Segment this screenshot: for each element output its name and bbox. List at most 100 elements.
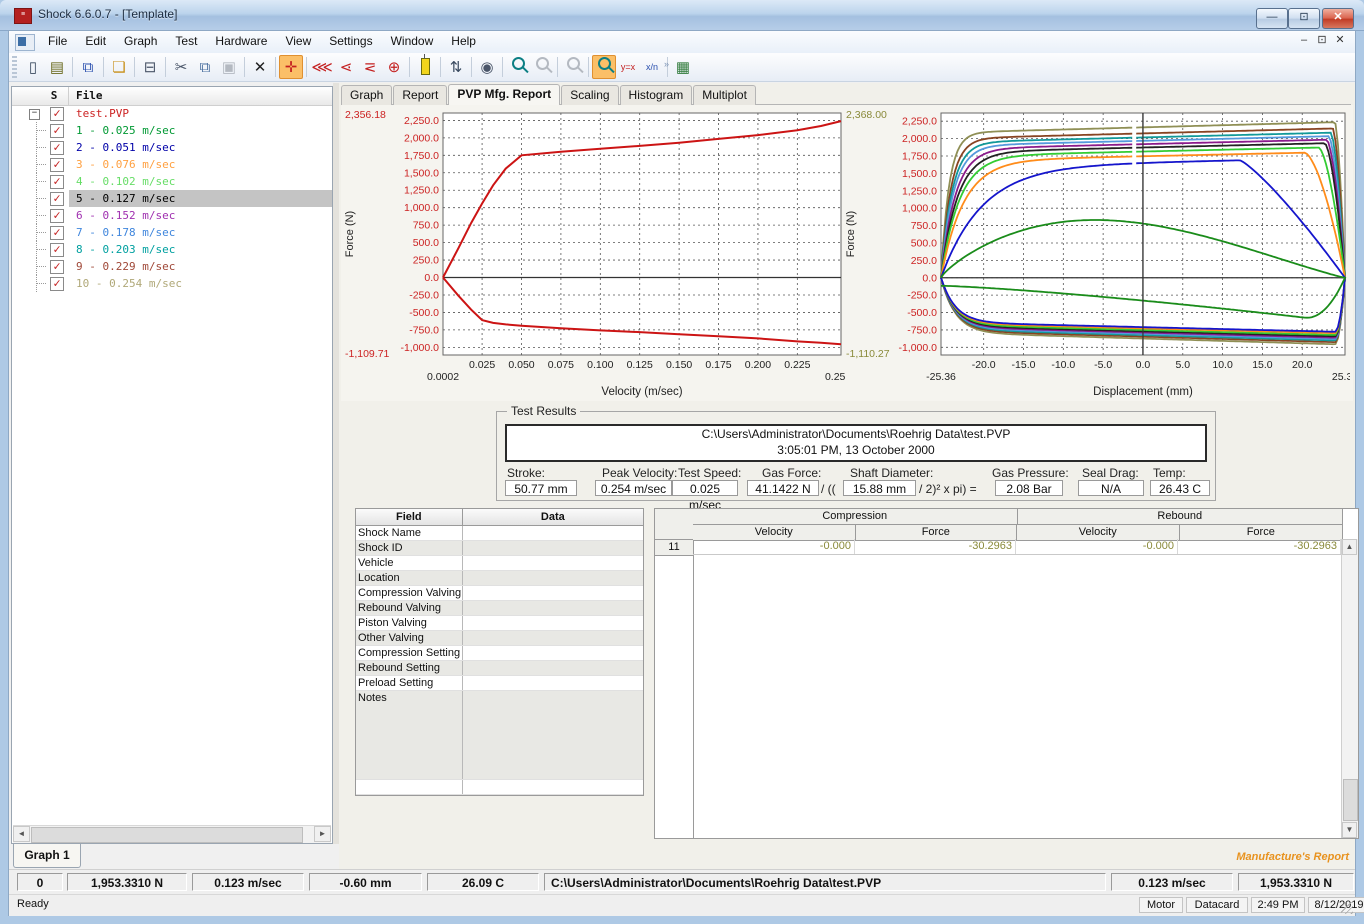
restore-button[interactable]: ⊡ <box>1288 8 1320 29</box>
chart-wizard-icon[interactable]: ▦ <box>671 55 695 79</box>
tree-column-file[interactable]: File <box>76 89 103 102</box>
graph-lines-icon-2[interactable]: ⋖ <box>334 55 358 79</box>
sliders-icon[interactable]: ⇅ <box>444 55 468 79</box>
field-row-compression-valving[interactable]: Compression Valving <box>356 586 643 601</box>
field-row-location[interactable]: Location <box>356 571 643 586</box>
tree-item-6[interactable]: ✓6 - 0.152 m/sec <box>12 207 332 224</box>
table-row[interactable]: -0.000 -30.2963 -0.000 -30.2963 <box>693 539 1343 555</box>
tree-item-5[interactable]: ✓5 - 0.127 m/sec <box>12 190 332 207</box>
camera-icon[interactable]: ◉ <box>475 55 499 79</box>
scroll-left-icon[interactable]: ◄ <box>13 826 30 842</box>
mdi-restore-button[interactable]: ⊡ <box>1313 33 1331 46</box>
crosshair-icon[interactable]: ✛ <box>279 55 303 79</box>
graph-lines-icon-3[interactable]: ⋜ <box>358 55 382 79</box>
field-row-vehicle[interactable]: Vehicle <box>356 556 643 571</box>
zoom-out-icon[interactable] <box>530 55 554 79</box>
tree-item-root[interactable]: −✓test.PVP <box>12 105 332 122</box>
checkbox-checked-icon[interactable]: ✓ <box>50 243 64 257</box>
menu-item-view[interactable]: View <box>276 31 320 51</box>
tab-report[interactable]: Report <box>393 85 447 105</box>
field-row-shock-name[interactable]: Shock Name <box>356 526 643 541</box>
data-cell-empty[interactable] <box>463 661 643 675</box>
data-cell-empty[interactable] <box>463 556 643 570</box>
checkbox-checked-icon[interactable]: ✓ <box>50 107 64 121</box>
data-cell-empty[interactable] <box>463 586 643 600</box>
checkbox-checked-icon[interactable]: ✓ <box>50 141 64 155</box>
tree-item-1[interactable]: ✓1 - 0.025 m/sec <box>12 122 332 139</box>
field-row-compression-setting[interactable]: Compression Setting <box>356 646 643 661</box>
checkbox-checked-icon[interactable]: ✓ <box>50 277 64 291</box>
data-cell-empty[interactable] <box>463 541 643 555</box>
y-equals-x-icon[interactable]: y=x <box>616 55 640 79</box>
target-circle-icon[interactable]: ⊕ <box>382 55 406 79</box>
x-over-n-icon[interactable]: x/n <box>640 55 664 79</box>
tree-item-10[interactable]: ✓10 - 0.254 m/sec <box>12 275 332 292</box>
compression-velocity-header[interactable]: Velocity <box>693 525 856 540</box>
data-cell-empty[interactable] <box>463 601 643 615</box>
save-export-icon[interactable]: ⧉ <box>76 55 100 79</box>
print-icon[interactable]: ⊟ <box>138 55 162 79</box>
data-cell-empty[interactable] <box>463 631 643 645</box>
zoom-in-icon[interactable] <box>506 55 530 79</box>
tab-pvp-mfg-report[interactable]: PVP Mfg. Report <box>448 84 560 106</box>
toolbar-grip[interactable] <box>12 56 17 78</box>
data-cell-empty[interactable] <box>463 691 643 779</box>
field-column-header[interactable]: Field <box>356 509 463 525</box>
cut-icon[interactable]: ✂ <box>169 55 193 79</box>
tree-item-7[interactable]: ✓7 - 0.178 m/sec <box>12 224 332 241</box>
motor-status[interactable]: Motor <box>1139 897 1183 913</box>
tab-graph[interactable]: Graph <box>341 85 392 105</box>
scroll-right-icon[interactable]: ► <box>314 826 331 842</box>
tab-histogram[interactable]: Histogram <box>620 85 693 105</box>
tree-horizontal-scrollbar[interactable]: ◄ ► <box>13 825 331 843</box>
tree-item-8[interactable]: ✓8 - 0.203 m/sec <box>12 241 332 258</box>
rebound-force-header[interactable]: Force <box>1180 525 1344 540</box>
tree-item-4[interactable]: ✓4 - 0.102 m/sec <box>12 173 332 190</box>
data-cell-empty[interactable] <box>463 571 643 585</box>
resize-grip[interactable] <box>1341 902 1353 914</box>
displacement-force-chart[interactable]: 2,250.02,000.01,750.01,500.01,250.01,000… <box>844 105 1350 401</box>
copy-icon[interactable]: ⧉ <box>193 55 217 79</box>
field-row-notes[interactable]: Notes <box>356 691 643 780</box>
data-cell-empty[interactable] <box>463 676 643 690</box>
save-icon[interactable]: ▤ <box>45 55 69 79</box>
delete-icon[interactable]: ✕ <box>248 55 272 79</box>
tree-item-3[interactable]: ✓3 - 0.076 m/sec <box>12 156 332 173</box>
menu-item-graph[interactable]: Graph <box>115 31 166 51</box>
field-row-shock-id[interactable]: Shock ID <box>356 541 643 556</box>
field-row-rebound-setting[interactable]: Rebound Setting <box>356 661 643 676</box>
scrollbar-thumb[interactable] <box>1343 779 1358 821</box>
checkbox-checked-icon[interactable]: ✓ <box>50 209 64 223</box>
tree-item-9[interactable]: ✓9 - 0.229 m/sec <box>12 258 332 275</box>
scrollbar-thumb[interactable] <box>31 827 303 843</box>
datacard-status[interactable]: Datacard <box>1186 897 1248 913</box>
checkbox-checked-icon[interactable]: ✓ <box>50 226 64 240</box>
collapse-icon[interactable]: − <box>29 109 40 120</box>
tree-column-s[interactable]: S <box>42 89 66 102</box>
minimize-button[interactable]: — <box>1256 8 1288 29</box>
data-cell-empty[interactable] <box>463 616 643 630</box>
graph1-bottom-tab[interactable]: Graph 1 <box>13 844 81 868</box>
shock-absorber-icon[interactable] <box>413 55 437 79</box>
field-row-preload-setting[interactable]: Preload Setting <box>356 676 643 691</box>
mdi-child-icon[interactable] <box>15 34 35 51</box>
menu-item-edit[interactable]: Edit <box>76 31 115 51</box>
field-row-rebound-valving[interactable]: Rebound Valving <box>356 601 643 616</box>
graph-lines-icon-1[interactable]: ⋘ <box>310 55 334 79</box>
checkbox-checked-icon[interactable]: ✓ <box>50 192 64 206</box>
tab-multiplot[interactable]: Multiplot <box>693 85 756 105</box>
new-file-icon[interactable]: ▯ <box>21 55 45 79</box>
rebound-velocity-header[interactable]: Velocity <box>1017 525 1180 540</box>
menu-item-file[interactable]: File <box>39 31 76 51</box>
checkbox-checked-icon[interactable]: ✓ <box>50 260 64 274</box>
paste-icon[interactable]: ▣ <box>217 55 241 79</box>
menu-item-window[interactable]: Window <box>382 31 443 51</box>
magnify-icon[interactable] <box>592 55 616 79</box>
data-cell-empty[interactable] <box>463 526 643 540</box>
rebound-group-header[interactable]: Rebound <box>1018 509 1344 524</box>
find-icon[interactable] <box>561 55 585 79</box>
close-button[interactable]: ✕ <box>1322 8 1354 29</box>
compression-group-header[interactable]: Compression <box>693 509 1018 524</box>
menu-item-test[interactable]: Test <box>166 31 206 51</box>
field-row-piston-valving[interactable]: Piston Valving <box>356 616 643 631</box>
